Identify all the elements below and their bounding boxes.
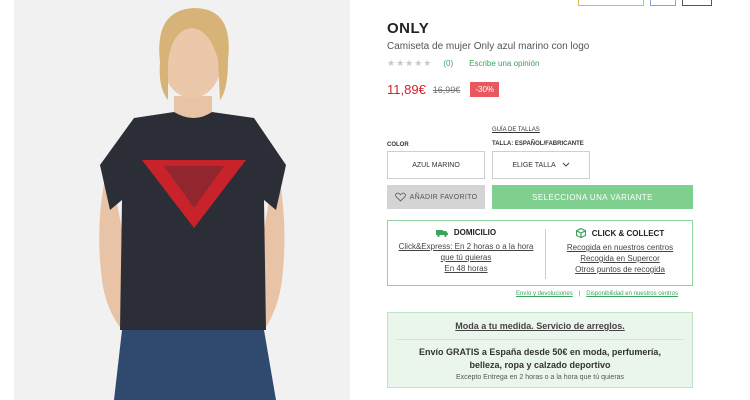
alteration-service-box: Moda a tu medida. Servicio de arreglos. … <box>387 312 693 388</box>
badge-3 <box>682 0 712 6</box>
size-guide-link[interactable]: GUÍA DE TALLAS <box>492 127 540 133</box>
product-image[interactable] <box>14 0 350 400</box>
help-links: Envío y devoluciones | Disponibilidad en… <box>516 291 678 297</box>
alteration-divider <box>396 339 684 340</box>
rating-row: ★★★★★ (0) Escribe una opinión <box>387 58 539 69</box>
click-collect-title: CLICK & COLLECT <box>591 228 665 238</box>
store-availability-link[interactable]: Disponibilidad en nuestros centros <box>586 291 678 297</box>
product-title: Camiseta de mujer Only azul marino con l… <box>387 41 590 52</box>
discount-badge: -30% <box>470 82 500 97</box>
current-price: 11,89€ <box>387 82 426 97</box>
express-delivery-link[interactable]: Click&Express: En 2 horas o a la hora qu… <box>396 241 536 263</box>
help-links-separator: | <box>578 291 581 297</box>
express-delivery-line2: que tú quieras <box>440 253 492 262</box>
color-label: COLOR <box>387 142 409 148</box>
express-delivery-line1: Click&Express: En 2 horas o a la hora <box>398 242 534 251</box>
color-option[interactable]: AZUL MARINO <box>387 151 485 179</box>
truck-icon <box>435 229 448 237</box>
delivery-options-box: DOMICILIO Click&Express: En 2 horas o a … <box>387 220 693 286</box>
pickup-supercor-link[interactable]: Recogida en Supercor <box>554 253 686 264</box>
alteration-service-link[interactable]: Moda a tu medida. Servicio de arreglos. <box>388 321 692 331</box>
chevron-down-icon <box>562 162 570 167</box>
add-favorite-label: AÑADIR FAVORITO <box>409 193 478 201</box>
home-delivery-header: DOMICILIO <box>396 228 536 237</box>
color-option-label: AZUL MARINO <box>412 161 460 169</box>
click-collect-column: CLICK & COLLECT Recogida en nuestros cen… <box>554 228 686 275</box>
select-variant-button[interactable]: SELECCIONA UNA VARIANTE <box>492 185 693 209</box>
shipping-returns-link[interactable]: Envío y devoluciones <box>516 291 573 297</box>
box-icon <box>575 228 586 238</box>
size-select-label: ELIGE TALLA <box>512 161 556 169</box>
badge-1 <box>578 0 644 6</box>
48h-delivery-link[interactable]: En 48 horas <box>396 263 536 274</box>
badge-2 <box>650 0 676 6</box>
old-price: 16,99€ <box>432 84 461 95</box>
heart-icon <box>394 192 406 202</box>
pickup-centers-link[interactable]: Recogida en nuestros centros <box>554 242 686 253</box>
click-collect-header: CLICK & COLLECT <box>554 228 686 238</box>
home-delivery-column: DOMICILIO Click&Express: En 2 horas o a … <box>396 228 536 274</box>
free-shipping-note: Excepto Entrega en 2 horas o a la hora q… <box>455 374 625 381</box>
delivery-divider <box>545 229 546 279</box>
brand-name[interactable]: ONLY <box>387 20 429 37</box>
free-shipping-text: Envío GRATIS a España desde 50€ en moda,… <box>419 347 661 370</box>
write-review-link[interactable]: Escribe una opinión <box>469 59 539 68</box>
add-favorite-button[interactable]: AÑADIR FAVORITO <box>387 185 485 209</box>
home-delivery-title: DOMICILIO <box>453 228 497 237</box>
other-pickup-points-link[interactable]: Otros puntos de recogida <box>554 264 686 275</box>
price-row: 11,89€ 16,99€ -30% <box>387 82 500 97</box>
star-rating-icon: ★★★★★ <box>387 58 433 68</box>
top-badges <box>578 0 712 6</box>
rating-count[interactable]: (0) <box>443 59 453 68</box>
size-select[interactable]: ELIGE TALLA <box>492 151 590 179</box>
size-label: TALLA: ESPAÑOL/FABRICANTE <box>492 141 584 147</box>
